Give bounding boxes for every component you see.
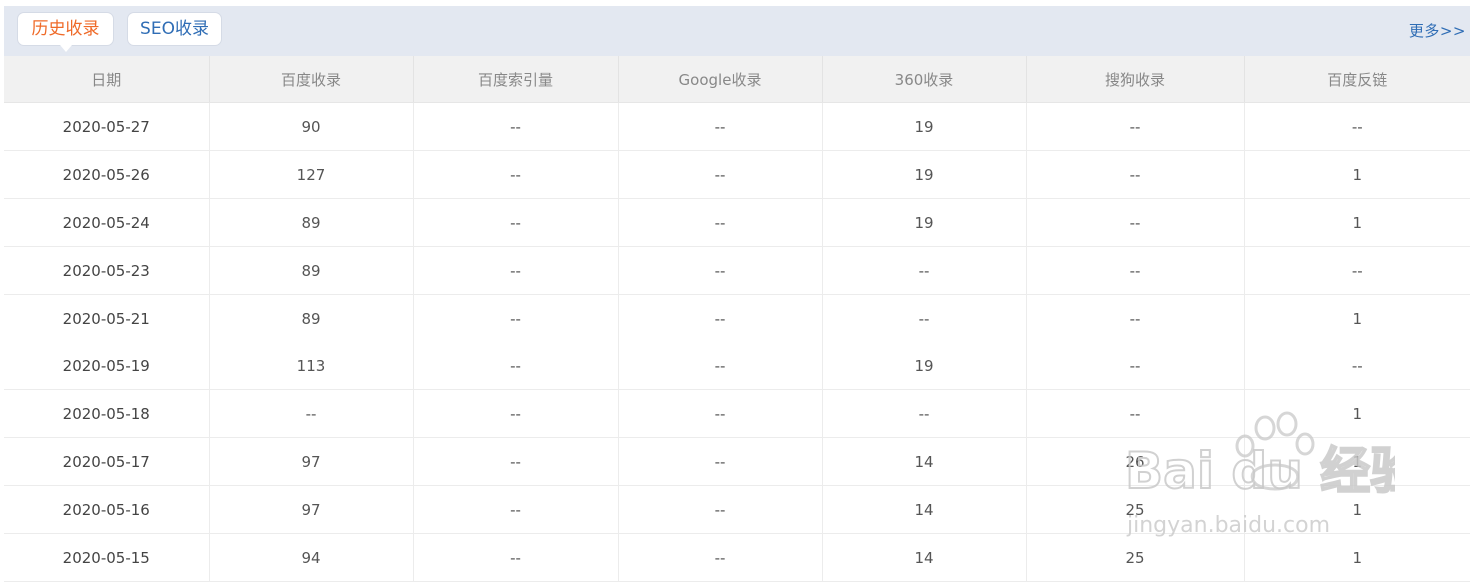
cell-google-index: -- bbox=[618, 150, 823, 199]
cell-baidu-backlinks: 1 bbox=[1244, 198, 1470, 247]
cell-baidu-backlinks: -- bbox=[1244, 246, 1470, 295]
table-row: 2020-05-16 97 -- -- 14 25 1 bbox=[4, 485, 1470, 534]
cell-baidu-index: 97 bbox=[209, 485, 414, 534]
more-link[interactable]: 更多>> bbox=[1409, 20, 1466, 41]
tab-history-index-label: 历史收录 bbox=[31, 19, 100, 39]
cell-google-index: -- bbox=[618, 485, 823, 534]
cell-360-index: 19 bbox=[822, 102, 1027, 151]
table-row: 2020-05-17 97 -- -- 14 26 1 bbox=[4, 437, 1470, 486]
cell-google-index: -- bbox=[618, 198, 823, 247]
cell-360-index: 19 bbox=[822, 198, 1027, 247]
cell-360-index: -- bbox=[822, 294, 1027, 342]
cell-sogou-index: -- bbox=[1026, 246, 1245, 295]
cell-360-index: 14 bbox=[822, 437, 1027, 486]
cell-baidu-index: 89 bbox=[209, 198, 414, 247]
cell-google-index: -- bbox=[618, 102, 823, 151]
column-header-baidu-backlinks[interactable]: 百度反链 bbox=[1244, 56, 1470, 103]
cell-date: 2020-05-16 bbox=[4, 485, 210, 534]
column-header-google-index[interactable]: Google收录 bbox=[618, 56, 823, 103]
column-header-baidu-index-volume[interactable]: 百度索引量 bbox=[413, 56, 619, 103]
cell-baidu-index-volume: -- bbox=[413, 294, 619, 342]
cell-date: 2020-05-23 bbox=[4, 246, 210, 295]
cell-baidu-backlinks: 1 bbox=[1244, 485, 1470, 534]
cell-sogou-index: 26 bbox=[1026, 437, 1245, 486]
cell-baidu-index: 89 bbox=[209, 294, 414, 342]
cell-date: 2020-05-15 bbox=[4, 533, 210, 582]
cell-sogou-index: -- bbox=[1026, 198, 1245, 247]
cell-date: 2020-05-21 bbox=[4, 294, 210, 342]
cell-baidu-index-volume: -- bbox=[413, 150, 619, 199]
cell-baidu-index: 94 bbox=[209, 533, 414, 582]
cell-date: 2020-05-27 bbox=[4, 102, 210, 151]
cell-sogou-index: -- bbox=[1026, 294, 1245, 342]
cell-baidu-backlinks: -- bbox=[1244, 102, 1470, 151]
tab-history-index[interactable]: 历史收录 bbox=[17, 12, 114, 52]
cell-baidu-index-volume: -- bbox=[413, 389, 619, 438]
cell-360-index: -- bbox=[822, 389, 1027, 438]
cell-360-index: 19 bbox=[822, 342, 1027, 390]
index-history-table: 日期 百度收录 百度索引量 Google收录 360收录 搜狗收录 百度反链 2… bbox=[4, 56, 1470, 582]
cell-baidu-index: 97 bbox=[209, 437, 414, 486]
cell-baidu-index: 90 bbox=[209, 102, 414, 151]
cell-baidu-index-volume: -- bbox=[413, 102, 619, 151]
cell-baidu-index: 113 bbox=[209, 342, 414, 390]
cell-360-index: 14 bbox=[822, 485, 1027, 534]
cell-google-index: -- bbox=[618, 437, 823, 486]
cell-google-index: -- bbox=[618, 533, 823, 582]
table-row: 2020-05-18 -- -- -- -- -- 1 bbox=[4, 389, 1470, 438]
active-tab-caret bbox=[60, 45, 72, 52]
table-row: 2020-05-19 113 -- -- 19 -- -- bbox=[4, 342, 1470, 390]
cell-date: 2020-05-24 bbox=[4, 198, 210, 247]
cell-baidu-backlinks: 1 bbox=[1244, 533, 1470, 582]
cell-sogou-index: 25 bbox=[1026, 533, 1245, 582]
column-header-date[interactable]: 日期 bbox=[4, 56, 210, 103]
cell-sogou-index: -- bbox=[1026, 150, 1245, 199]
cell-sogou-index: 25 bbox=[1026, 485, 1245, 534]
cell-date: 2020-05-17 bbox=[4, 437, 210, 486]
table-header-row: 日期 百度收录 百度索引量 Google收录 360收录 搜狗收录 百度反链 bbox=[4, 56, 1470, 103]
cell-sogou-index: -- bbox=[1026, 102, 1245, 151]
table-row: 2020-05-23 89 -- -- -- -- -- bbox=[4, 246, 1470, 295]
cell-date: 2020-05-19 bbox=[4, 342, 210, 390]
tab-bar: 历史收录 SEO收录 更多>> bbox=[4, 6, 1470, 56]
column-header-360-index[interactable]: 360收录 bbox=[822, 56, 1027, 103]
table-row: 2020-05-26 127 -- -- 19 -- 1 bbox=[4, 150, 1470, 199]
table-row: 2020-05-15 94 -- -- 14 25 1 bbox=[4, 533, 1470, 582]
cell-date: 2020-05-26 bbox=[4, 150, 210, 199]
cell-360-index: 19 bbox=[822, 150, 1027, 199]
cell-baidu-index-volume: -- bbox=[413, 485, 619, 534]
cell-baidu-index-volume: -- bbox=[413, 437, 619, 486]
table-row: 2020-05-21 89 -- -- -- -- 1 bbox=[4, 294, 1470, 342]
cell-google-index: -- bbox=[618, 389, 823, 438]
cell-date: 2020-05-18 bbox=[4, 389, 210, 438]
cell-baidu-index: 127 bbox=[209, 150, 414, 199]
tab-seo-index-label: SEO收录 bbox=[140, 19, 209, 39]
cell-baidu-index: -- bbox=[209, 389, 414, 438]
cell-baidu-backlinks: 1 bbox=[1244, 389, 1470, 438]
cell-360-index: 14 bbox=[822, 533, 1027, 582]
column-header-baidu-index[interactable]: 百度收录 bbox=[209, 56, 414, 103]
cell-baidu-backlinks: -- bbox=[1244, 342, 1470, 390]
cell-baidu-backlinks: 1 bbox=[1244, 150, 1470, 199]
cell-360-index: -- bbox=[822, 246, 1027, 295]
cell-baidu-index-volume: -- bbox=[413, 342, 619, 390]
cell-sogou-index: -- bbox=[1026, 389, 1245, 438]
cell-google-index: -- bbox=[618, 294, 823, 342]
cell-baidu-index-volume: -- bbox=[413, 246, 619, 295]
cell-google-index: -- bbox=[618, 342, 823, 390]
cell-baidu-backlinks: 1 bbox=[1352, 309, 1363, 328]
table-row: 2020-05-27 90 -- -- 19 -- -- bbox=[4, 102, 1470, 151]
column-header-sogou-index[interactable]: 搜狗收录 bbox=[1026, 56, 1245, 103]
cell-baidu-index-volume: -- bbox=[413, 533, 619, 582]
cell-baidu-index: 89 bbox=[209, 246, 414, 295]
tab-seo-index[interactable]: SEO收录 bbox=[127, 12, 222, 46]
cell-baidu-index-volume: -- bbox=[413, 198, 619, 247]
cell-baidu-backlinks: 1 bbox=[1244, 437, 1470, 486]
cell-google-index: -- bbox=[618, 246, 823, 295]
table-row: 2020-05-24 89 -- -- 19 -- 1 bbox=[4, 198, 1470, 247]
cell-sogou-index: -- bbox=[1026, 342, 1245, 390]
